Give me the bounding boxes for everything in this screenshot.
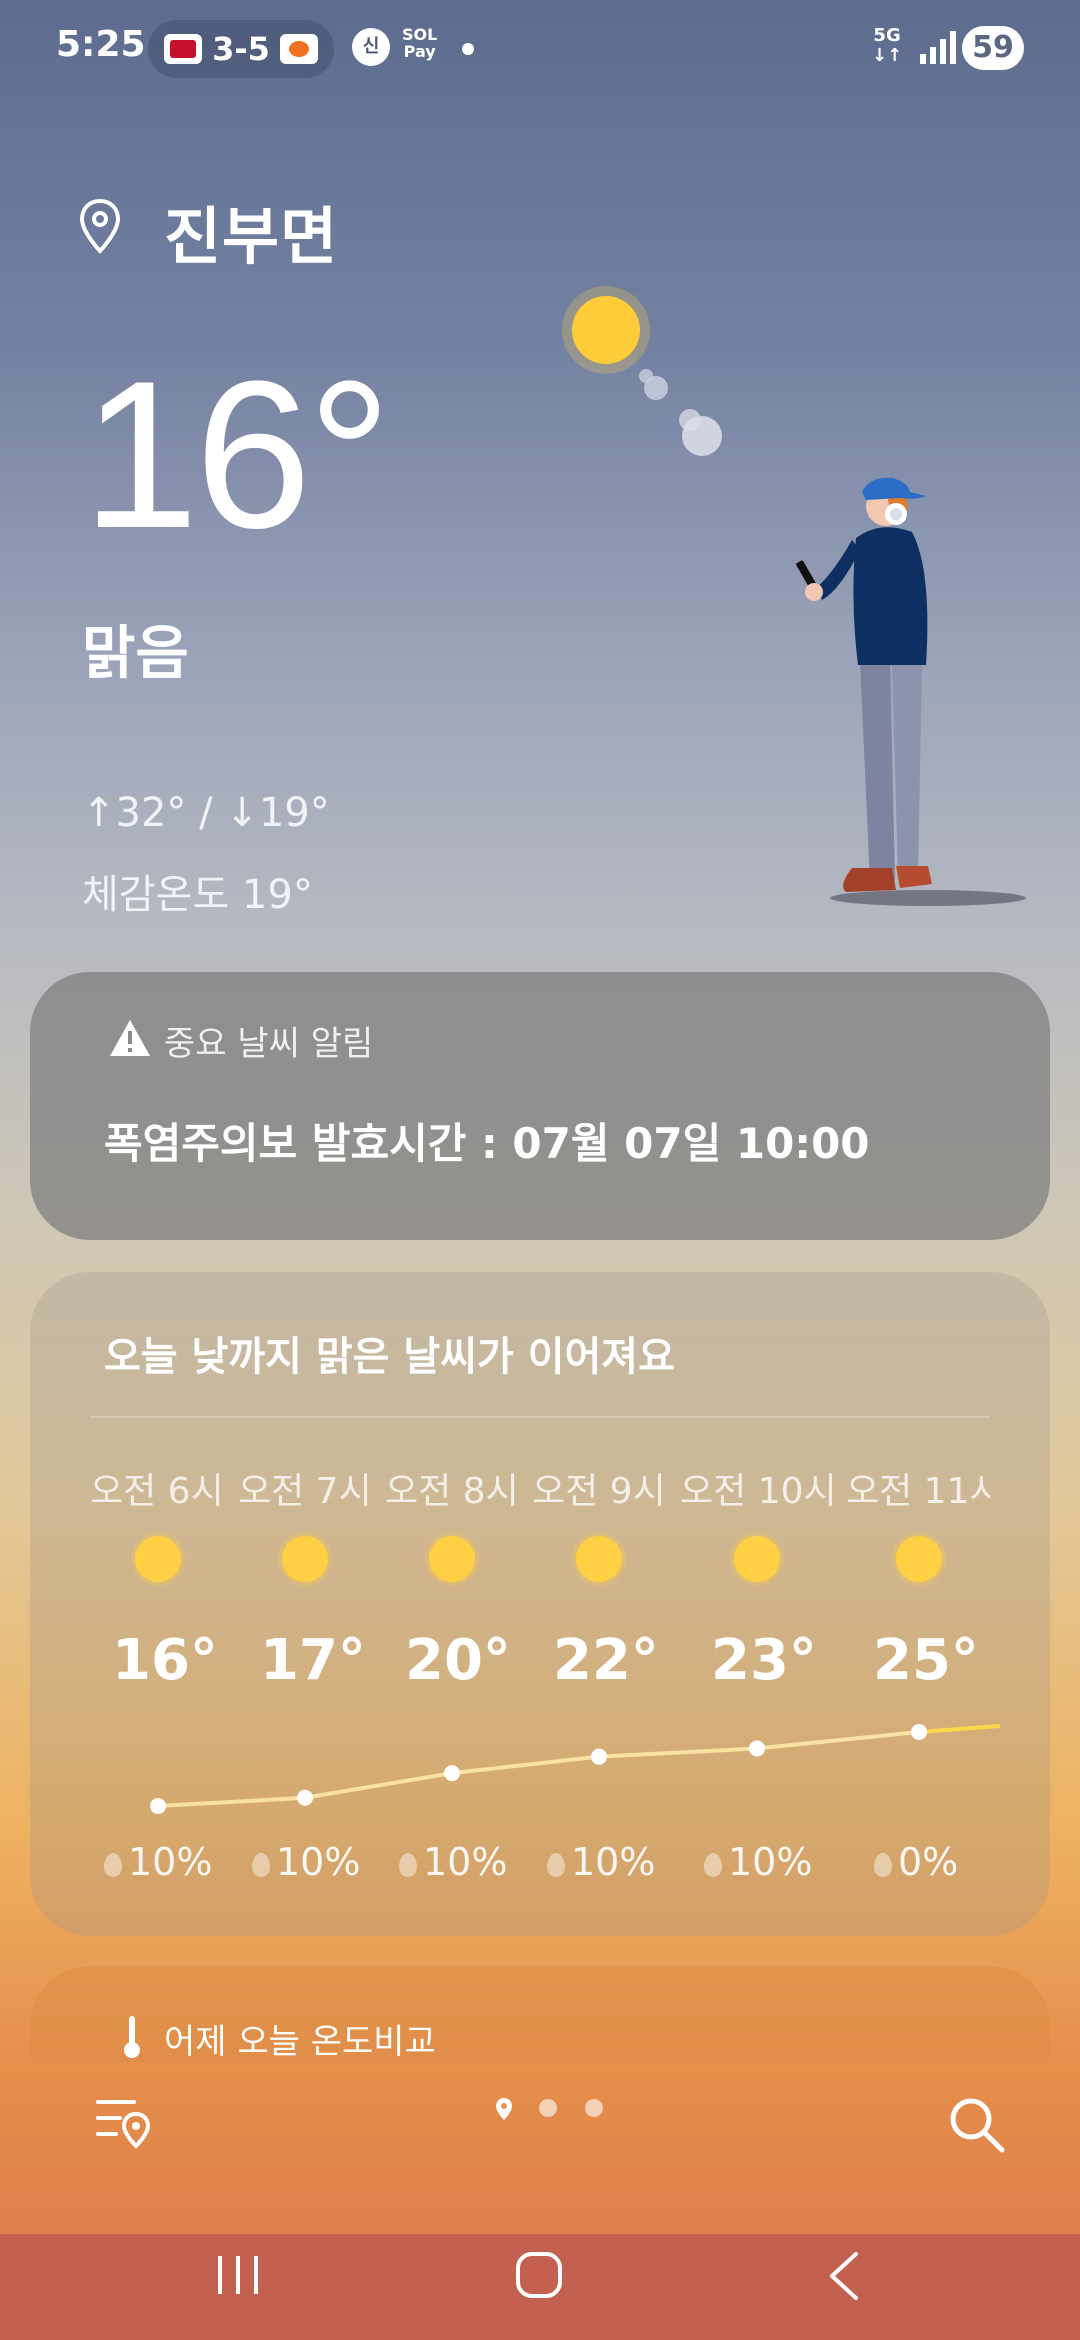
divider — [90, 1416, 990, 1418]
hour-label: 오전 6시 — [90, 1471, 224, 1512]
location-pin-icon — [79, 198, 121, 254]
hour-label: 오전 10시 — [680, 1471, 837, 1512]
bank-app-icon: 신 — [352, 28, 390, 66]
forecast-summary: 오늘 낮까지 맑은 날씨가 이어져요 — [104, 1334, 675, 1380]
feels-like-temperature: 체감온도 19° — [82, 872, 313, 918]
precip-value: 10% — [128, 1840, 213, 1884]
sol-pay-icon: SOL Pay — [402, 26, 437, 60]
temperature-point — [150, 1798, 166, 1814]
weather-alert-card[interactable] — [30, 972, 1050, 1240]
raindrop-icon — [104, 1853, 122, 1877]
precip-chance: 10% — [704, 1840, 812, 1884]
team-logo-icon — [164, 34, 203, 64]
hour-temp: 20° — [405, 1628, 511, 1693]
raindrop-icon — [399, 1853, 417, 1877]
hour-temp: 16° — [112, 1628, 218, 1693]
status-time: 5:25 — [56, 24, 146, 65]
raindrop-icon — [874, 1853, 892, 1877]
temperature-point — [591, 1748, 607, 1765]
weather-illustration — [562, 286, 1026, 906]
temperature-point — [444, 1765, 460, 1782]
page-indicator[interactable] — [492, 2094, 612, 2130]
hour-temp: 23° — [711, 1628, 817, 1693]
high-low-temperature: ↑32° / ↓19° — [82, 790, 330, 836]
home-icon[interactable] — [514, 2250, 564, 2300]
precip-value: 0% — [898, 1840, 959, 1884]
score-text: 3-5 — [212, 30, 270, 68]
hour-temp: 17° — [260, 1628, 366, 1693]
hour-label: 오전 9시 — [532, 1471, 666, 1512]
temperature-point — [911, 1724, 927, 1740]
sun-icon — [429, 1536, 475, 1582]
alert-title: 중요 날씨 알림 — [164, 1024, 374, 1064]
signal-icon — [920, 31, 956, 64]
raindrop-icon — [704, 1853, 722, 1877]
recent-apps-icon[interactable] — [214, 2252, 262, 2298]
sun-icon — [896, 1536, 942, 1582]
precip-value: 10% — [571, 1840, 656, 1884]
compare-title: 어제 오늘 온도비교 — [164, 2022, 436, 2062]
hour-label: 오전 8시 — [385, 1471, 519, 1512]
sol-pay-line1: SOL — [402, 25, 438, 44]
network-arrows: ↓↑ — [872, 45, 903, 66]
back-icon[interactable] — [826, 2250, 862, 2302]
raindrop-icon — [547, 1853, 565, 1877]
precip-chance: 10% — [104, 1840, 212, 1884]
location-list-icon[interactable] — [96, 2094, 154, 2150]
precip-chance: 10% — [547, 1840, 655, 1884]
warning-icon — [110, 1020, 150, 1056]
hour-label: 오전 11시 — [846, 1471, 990, 1512]
thermometer-icon — [124, 2016, 140, 2058]
sun-icon — [576, 1536, 622, 1582]
precip-value: 10% — [423, 1840, 508, 1884]
temperature-graph — [150, 1724, 1000, 1814]
sun-icon — [282, 1536, 328, 1582]
temperature-point — [297, 1789, 313, 1806]
network-type: 5G — [873, 25, 901, 46]
hour-temp: 22° — [553, 1628, 659, 1693]
temperature-point — [749, 1740, 765, 1757]
weather-condition: 맑음 — [82, 619, 189, 687]
sun-icon — [734, 1536, 780, 1582]
sol-pay-line2: Pay — [403, 42, 436, 61]
temperature-line — [157, 1730, 920, 1808]
alert-text: 폭염주의보 발효시간 : 07월 07일 10:00 — [104, 1119, 870, 1168]
bottom-toolbar — [0, 2062, 1080, 2234]
battery-icon: 59 — [962, 26, 1024, 70]
hour-label: 오전 7시 — [238, 1471, 372, 1512]
sports-score-pill[interactable]: 3-5 — [148, 20, 334, 78]
precip-value: 10% — [276, 1840, 361, 1884]
raindrop-icon — [252, 1853, 270, 1877]
current-temperature: 16° — [82, 337, 392, 572]
hour-temp: 25° — [873, 1628, 979, 1693]
network-5g-icon: 5G ↓↑ — [872, 26, 902, 66]
team-logo-icon — [279, 34, 318, 64]
search-icon[interactable] — [946, 2094, 1006, 2154]
location-name[interactable]: 진부면 — [164, 186, 338, 276]
precip-chance: 0% — [874, 1840, 958, 1884]
notification-dot-icon — [462, 43, 474, 55]
temperature-line-continuation — [918, 1724, 1000, 1734]
precip-value: 10% — [728, 1840, 813, 1884]
precip-chance: 10% — [399, 1840, 507, 1884]
sun-icon — [135, 1536, 181, 1582]
precip-chance: 10% — [252, 1840, 360, 1884]
